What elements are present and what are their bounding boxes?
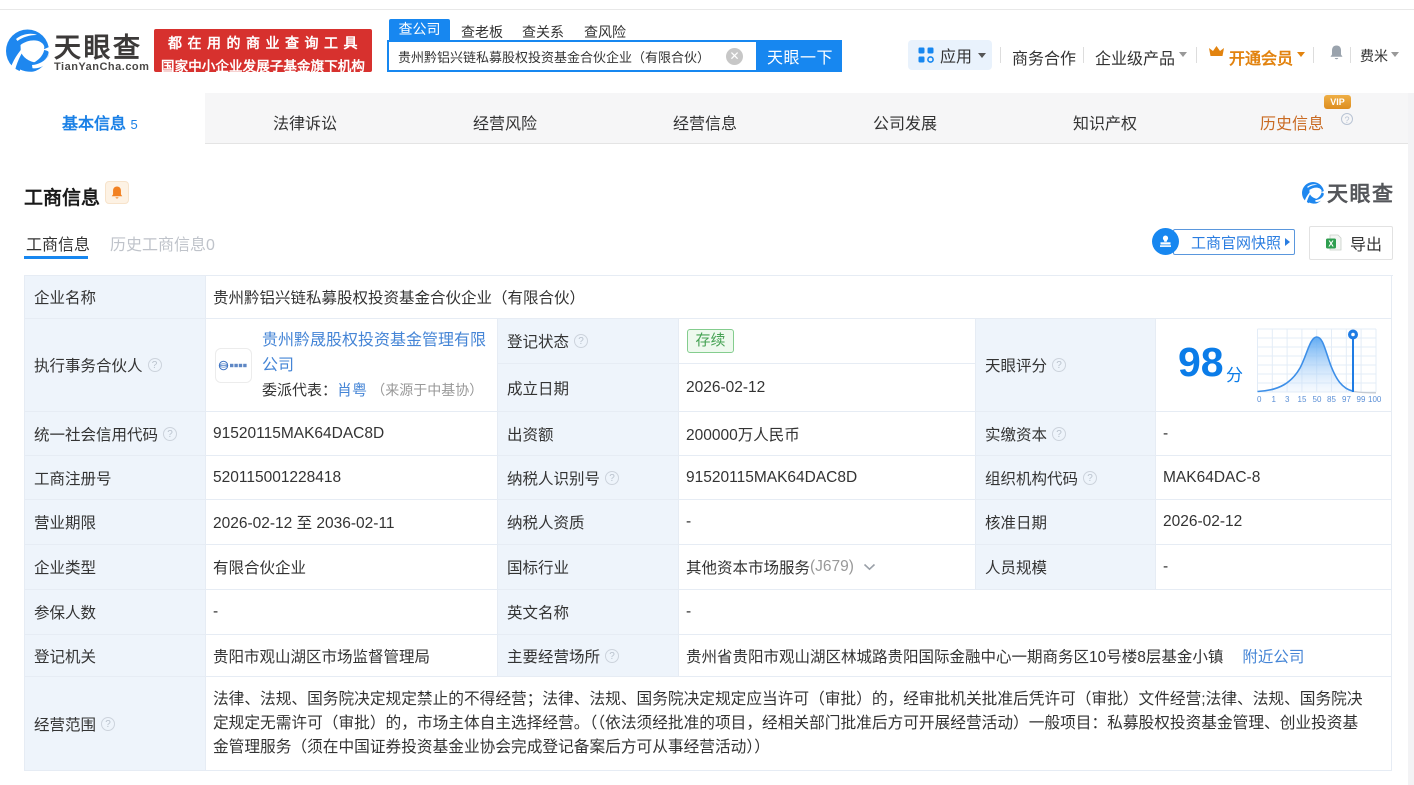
svg-text:85: 85	[1327, 395, 1336, 404]
svg-text:天眼查: 天眼查	[54, 33, 143, 63]
svg-text:50: 50	[1313, 395, 1322, 404]
svg-text:天眼查: 天眼查	[1327, 182, 1394, 204]
svg-text:15: 15	[1298, 395, 1307, 404]
svg-text:1: 1	[1272, 395, 1277, 404]
svg-text:99: 99	[1357, 395, 1366, 404]
svg-text:X: X	[1328, 239, 1334, 248]
svg-text:100: 100	[1368, 395, 1382, 404]
svg-text:0: 0	[1257, 395, 1262, 404]
svg-text:97: 97	[1342, 395, 1351, 404]
svg-text:TianYanCha.com: TianYanCha.com	[54, 61, 149, 73]
svg-text:3: 3	[1285, 395, 1290, 404]
